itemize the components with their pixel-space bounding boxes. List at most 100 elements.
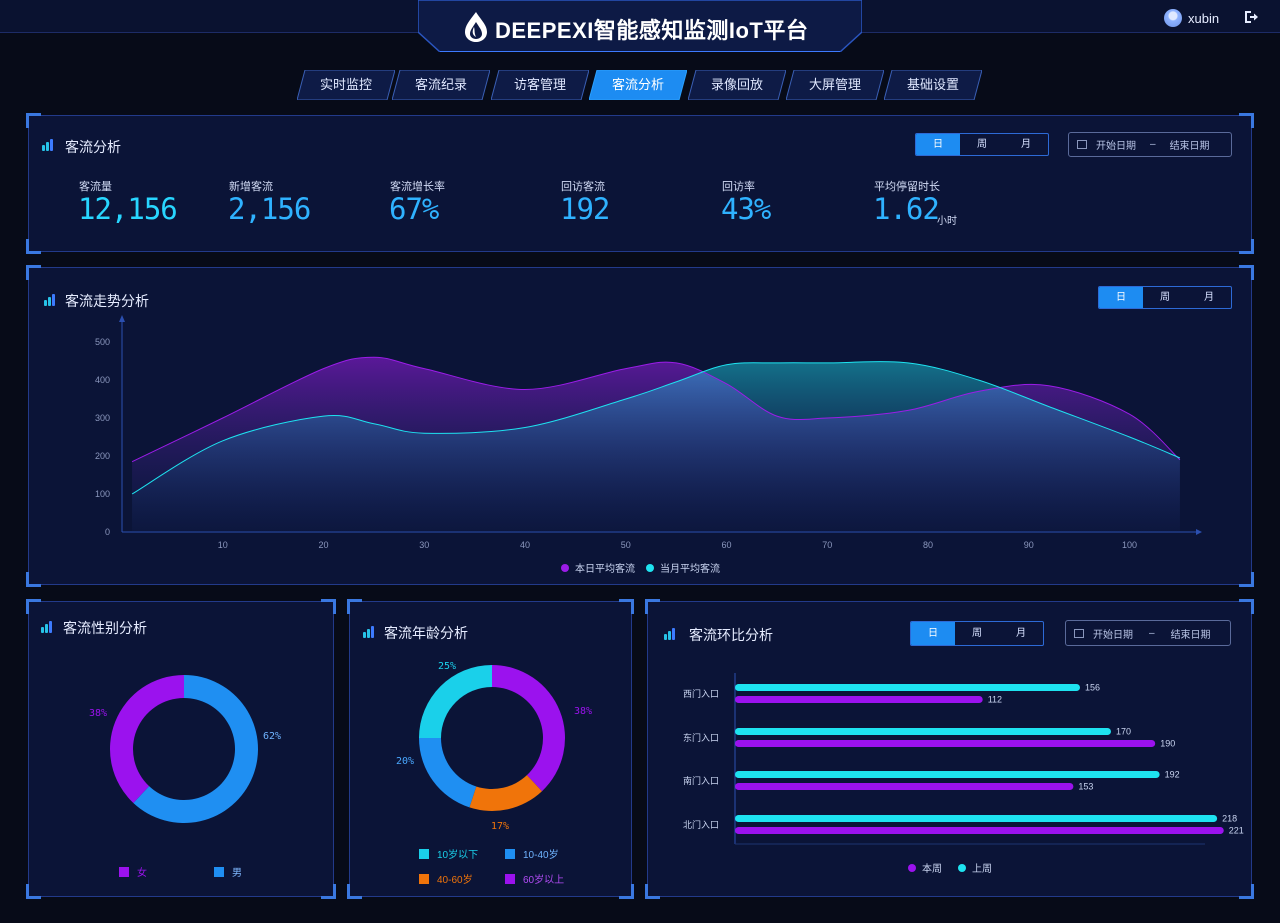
slice-label: 25% [438,661,456,672]
tab-label: 录像回放 [710,77,763,92]
summary-date-range[interactable]: 开始日期 – 结束日期 [1068,132,1232,157]
kpi-value: 192 [560,192,610,226]
age-legend-10-40: 10-40岁 [505,846,559,861]
date-separator: – [1150,139,1156,150]
slice-label: 17% [491,821,509,832]
trend-chart: 0 100 200 300 400 500 10 20 30 40 50 60 70 80 90 100 [95,315,1202,550]
bar-value-label: 112 [988,695,1002,705]
x-tick-label: 10 [218,540,228,550]
kpi-unit: 小时 [937,216,957,227]
donut-slice [419,665,492,738]
gender-legend-male: 男 [214,864,242,879]
slice-label: 20% [396,756,414,767]
tab-2[interactable]: 客流纪录 [392,70,490,100]
donut-slice [419,738,477,808]
bar [735,696,983,703]
compare-legend-last-week: 上周 [958,860,992,875]
slice-label: 62% [263,731,281,742]
bar-value-label: 218 [1222,814,1237,824]
tab-label: 访客管理 [513,77,566,92]
y-tick-label: 100 [95,489,110,499]
bar-value-label: 153 [1078,782,1093,792]
gender-legend-female: 女 [119,864,147,879]
tab-label: 客流分析 [611,77,664,92]
donut-slice [492,665,565,792]
y-axis-arrow [119,315,125,322]
y-tick-label: 0 [105,527,110,537]
tab-1[interactable]: 实时监控 [297,70,395,100]
donut-slice [469,775,542,811]
kpi-value: 43% [721,192,771,226]
category-label: 西门入口 [683,688,719,699]
bar [735,783,1074,790]
bar [735,728,1111,735]
tab-3[interactable]: 访客管理 [491,70,589,100]
end-date-input[interactable]: 结束日期 [1170,137,1210,152]
tab-label: 基础设置 [906,77,959,92]
trend-legend-month: 当月平均客流 [646,560,720,575]
x-tick-label: 90 [1024,540,1034,550]
tab-label: 实时监控 [319,77,372,92]
tab-label: 客流纪录 [414,77,467,92]
summary-period-toggle: 日 周 月 [915,133,1049,156]
gender-donut-chart: 38% 62% [89,675,281,823]
summary-title: 客流分析 [65,139,121,155]
kpi-value: 2,156 [228,192,311,226]
bar [735,815,1218,822]
period-day-button[interactable]: 日 [916,134,960,155]
compare-legend-this-week: 本周 [908,860,942,875]
y-tick-label: 300 [95,413,110,423]
tab-5[interactable]: 录像回放 [688,70,786,100]
category-label: 东门入口 [683,732,719,743]
slice-label: 38% [574,706,592,717]
x-tick-label: 60 [722,540,732,550]
x-tick-label: 70 [822,540,832,550]
flame-logo-icon [465,12,487,42]
age-legend-over60: 60岁以上 [505,871,564,886]
x-tick-label: 80 [923,540,933,550]
avatar [1164,9,1182,27]
x-tick-label: 100 [1122,540,1137,550]
tab-6[interactable]: 大屏管理 [786,70,884,100]
bar [735,827,1224,834]
x-tick-label: 20 [319,540,329,550]
category-label: 南门入口 [683,775,719,786]
bar-value-label: 170 [1116,727,1131,737]
x-axis-arrow [1196,529,1202,535]
calendar-icon [1077,140,1087,149]
bar-value-label: 190 [1160,739,1175,749]
user-menu[interactable]: xubin [1164,8,1219,28]
donut-slice [110,675,184,803]
app-title: DEEPEXI智能感知监测IoT平台 [495,18,809,43]
logout-icon[interactable] [1243,9,1259,25]
period-month-button[interactable]: 月 [1004,134,1048,155]
y-tick-label: 500 [95,337,110,347]
age-legend-under10: 10岁以下 [419,846,478,861]
bar [735,684,1080,691]
age-donut-chart: 25% 20% 17% 38% [396,661,592,832]
kpi-value: 67% [389,192,439,226]
category-label: 北门入口 [683,819,719,830]
x-tick-label: 30 [419,540,429,550]
start-date-input[interactable]: 开始日期 [1096,137,1136,152]
y-tick-label: 400 [95,375,110,385]
trend-legend-today: 本日平均客流 [561,560,635,575]
tab-label: 大屏管理 [808,77,861,92]
tab-4[interactable]: 客流分析 [589,70,687,100]
bar-value-label: 156 [1085,683,1100,693]
x-tick-label: 50 [621,540,631,550]
bar-value-label: 192 [1165,770,1180,780]
tab-7[interactable]: 基础设置 [884,70,982,100]
kpi-value: 12,156 [78,192,178,226]
period-week-button[interactable]: 周 [960,134,1004,155]
kpi-value: 1.62 [873,192,940,226]
age-legend-40-60: 40-60岁 [419,871,473,886]
bar-signal-icon [42,139,56,151]
y-tick-label: 200 [95,451,110,461]
bar [735,771,1160,778]
slice-label: 38% [89,708,107,719]
username: xubin [1188,10,1220,26]
x-tick-label: 40 [520,540,530,550]
summary-panel: 客流分析 日 周 月 开始日期 – 结束日期 客流量 12,156 新增客流 2,15… [26,113,1254,254]
compare-bar-chart: 西门入口 156 112 东门入口 170 190 南门入口 192 153 北门入口 218 221 [683,673,1244,845]
